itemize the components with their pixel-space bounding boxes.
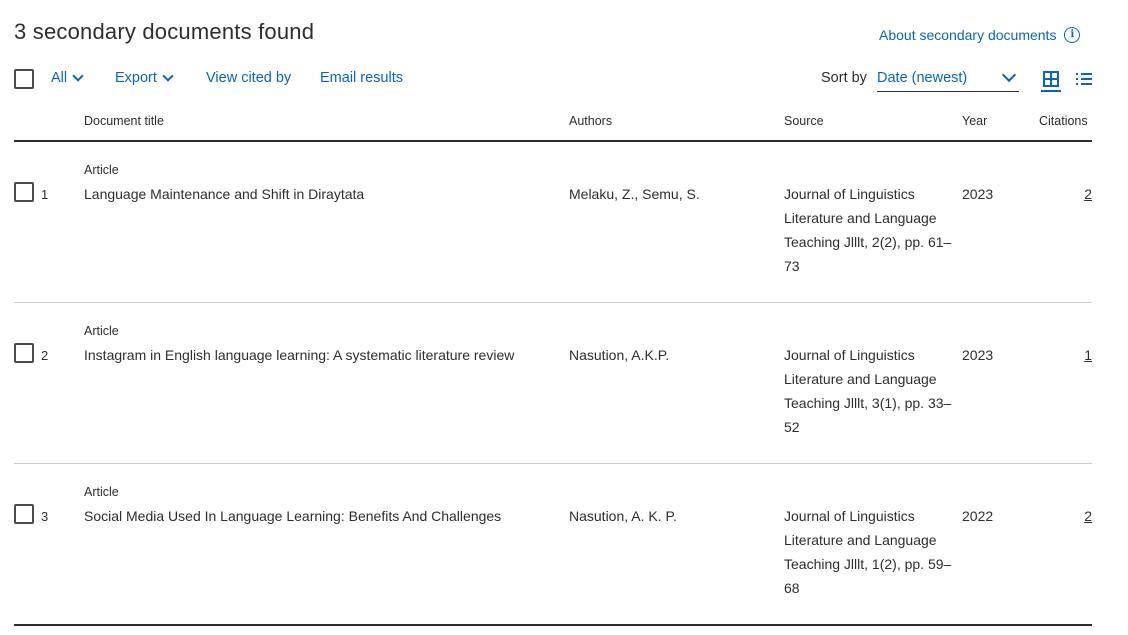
source-link[interactable]: Journal of Linguistics Literature and La… — [784, 182, 954, 278]
source-link[interactable]: Journal of Linguistics Literature and La… — [784, 504, 954, 600]
document-title-link[interactable]: Social Media Used In Language Learning: … — [84, 504, 544, 528]
row-number: 1 — [41, 187, 49, 202]
citations-count-link[interactable]: 2 — [1084, 186, 1092, 202]
column-header-title[interactable]: Document title — [84, 114, 164, 128]
all-label: All — [51, 70, 68, 86]
sort-value: Date (newest) — [877, 70, 968, 86]
export-label: Export — [115, 70, 157, 86]
column-header-source[interactable]: Source — [784, 114, 824, 128]
about-secondary-documents-link[interactable]: About secondary documents i — [879, 27, 1081, 43]
document-title-link[interactable]: Instagram in English language learning: … — [84, 343, 544, 367]
export-dropdown[interactable]: Export — [115, 69, 174, 86]
column-header-authors[interactable]: Authors — [569, 114, 612, 128]
citations-count-link[interactable]: 1 — [1084, 347, 1092, 363]
row-checkbox[interactable] — [14, 504, 34, 524]
publication-year: 2022 — [962, 508, 994, 524]
email-results-button[interactable]: Email results — [320, 70, 403, 86]
table-bottom-divider — [14, 624, 1092, 626]
sort-label: Sort by — [821, 70, 867, 86]
page-title: 3 secondary documents found — [14, 19, 315, 44]
row-number: 2 — [41, 348, 49, 363]
select-all-checkbox[interactable] — [14, 69, 34, 89]
results-toolbar: All Export View cited by Email results S… — [14, 67, 1092, 92]
info-icon: i — [1064, 27, 1081, 43]
authors-link[interactable]: Nasution, A. K. P. — [569, 508, 677, 524]
row-checkbox[interactable] — [14, 182, 34, 202]
row-divider — [14, 463, 1092, 464]
document-type: Article — [84, 163, 119, 177]
document-title-link[interactable]: Language Maintenance and Shift in Dirayt… — [84, 182, 544, 206]
chevron-down-icon — [1001, 67, 1017, 83]
row-checkbox[interactable] — [14, 343, 34, 363]
source-link[interactable]: Journal of Linguistics Literature and La… — [784, 343, 954, 439]
document-type: Article — [84, 485, 119, 499]
grid-view-icon[interactable] — [1043, 71, 1059, 87]
column-header-citations[interactable]: Citations — [1039, 114, 1088, 128]
chevron-down-icon — [72, 69, 84, 82]
sort-select[interactable]: Date (newest) — [877, 67, 1019, 92]
select-all-dropdown[interactable]: All — [51, 69, 84, 86]
citations-count-link[interactable]: 2 — [1084, 508, 1092, 524]
row-number: 3 — [41, 509, 49, 524]
list-view-icon[interactable] — [1076, 72, 1092, 86]
row-divider — [14, 302, 1092, 303]
column-header-year[interactable]: Year — [962, 114, 987, 128]
authors-link[interactable]: Nasution, A.K.P. — [569, 347, 669, 363]
about-link-label: About secondary documents — [879, 27, 1057, 43]
publication-year: 2023 — [962, 347, 994, 363]
active-view-indicator — [1041, 90, 1061, 92]
publication-year: 2023 — [962, 186, 994, 202]
authors-link[interactable]: Melaku, Z., Semu, S. — [569, 186, 700, 202]
document-type: Article — [84, 324, 119, 338]
chevron-down-icon — [162, 69, 174, 82]
header-divider — [14, 140, 1092, 142]
view-cited-by-button[interactable]: View cited by — [206, 70, 291, 86]
